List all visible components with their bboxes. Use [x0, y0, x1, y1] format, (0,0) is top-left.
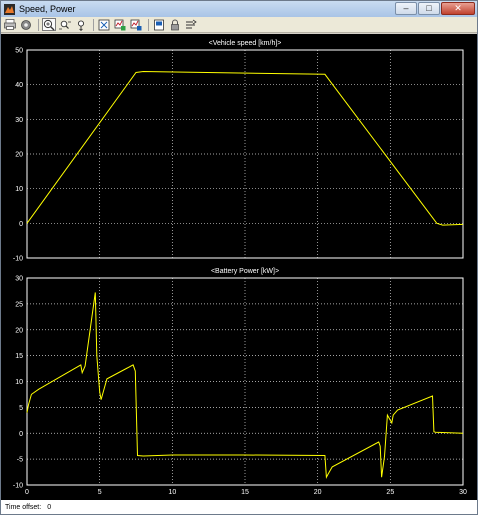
speed-y-tick-label: 40: [15, 82, 23, 89]
power-y-tick-label: 30: [15, 276, 23, 283]
speed-y-tick-label: 30: [15, 117, 23, 124]
matlab-icon: [4, 3, 15, 15]
status-bar: Time offset: 0: [1, 500, 477, 514]
scope-plot-area[interactable]: -1001020304050<Vehicle speed [km/h]>-10-…: [1, 34, 477, 500]
autoscale-button[interactable]: [97, 18, 111, 31]
speed-y-tick-label: 20: [15, 152, 23, 159]
minimize-button[interactable]: –: [395, 2, 417, 15]
power-y-tick-label: 20: [15, 327, 23, 334]
maximize-icon: □: [426, 3, 432, 13]
save-axes-button[interactable]: [113, 18, 127, 31]
window-title: Speed, Power: [19, 4, 76, 14]
close-icon: ✕: [454, 3, 462, 13]
toolbar-separator: [93, 18, 94, 31]
scope-toolbar: [1, 17, 477, 33]
zoom-in-icon: [43, 19, 55, 30]
power-y-tick-label: -10: [13, 483, 23, 490]
speed-y-tick-label: 50: [15, 48, 23, 55]
lock-icon: [171, 19, 179, 30]
toolbar-separator: [148, 18, 149, 31]
speed-y-tick-label: -10: [13, 256, 23, 263]
power-x-tick-label: 0: [25, 489, 29, 496]
power-x-tick-label: 30: [459, 489, 467, 496]
power-x-tick-label: 20: [314, 489, 322, 496]
floating-scope-icon: [154, 19, 164, 30]
autoscale-icon: [98, 19, 110, 30]
restore-axes-button[interactable]: [129, 18, 143, 31]
power-axes-frame: [26, 277, 464, 486]
zoom-x-button[interactable]: [58, 18, 72, 31]
print-button[interactable]: [3, 18, 17, 31]
floating-scope-button[interactable]: [152, 18, 166, 31]
power-y-tick-label: 25: [15, 301, 23, 308]
power-y-tick-label: -5: [17, 457, 23, 464]
close-button[interactable]: ✕: [441, 2, 475, 15]
speed-plot-title: <Vehicle speed [km/h]>: [209, 40, 282, 47]
toolbar-separator: [38, 18, 39, 31]
signal-selection-button[interactable]: [184, 18, 198, 31]
zoom-in-button[interactable]: [42, 18, 56, 31]
power-x-tick-label: 5: [98, 489, 102, 496]
lock-button[interactable]: [168, 18, 182, 31]
restore-axes-icon: [130, 19, 142, 30]
minimize-icon: –: [403, 3, 409, 13]
print-icon: [4, 19, 16, 30]
time-offset-label: Time offset:: [5, 503, 42, 511]
time-offset-value: 0: [47, 503, 52, 511]
power-y-tick-label: 15: [15, 353, 23, 360]
scope-window: Speed, Power – □ ✕ -10 0 10 20 30 40 50 …: [0, 0, 478, 515]
power-plot-title: <Battery Power [kW]>: [211, 268, 279, 275]
speed-trace-line: [26, 70, 464, 226]
parameters-button[interactable]: [19, 18, 33, 31]
power-y-tick-label: 0: [19, 431, 23, 438]
power-y-tick-label: 5: [19, 405, 23, 412]
title-bar[interactable]: Speed, Power – □ ✕: [1, 1, 477, 17]
maximize-button[interactable]: □: [418, 2, 440, 15]
power-y-tick-label: 10: [15, 379, 23, 386]
signal-selection-icon: [186, 19, 197, 28]
power-x-tick-label: 25: [386, 489, 394, 496]
power-x-tick-label: 10: [168, 489, 176, 496]
zoom-x-icon: [59, 20, 71, 29]
zoom-y-icon: [77, 19, 85, 31]
save-axes-icon: [114, 19, 126, 30]
speed-y-tick-label: 0: [19, 221, 23, 228]
window-controls: – □ ✕: [395, 2, 475, 15]
power-x-tick-label: 15: [241, 489, 249, 496]
parameters-icon: [21, 19, 31, 30]
speed-axes-frame: [26, 49, 464, 259]
speed-y-tick-label: 10: [15, 186, 23, 193]
zoom-y-button[interactable]: [74, 18, 88, 31]
